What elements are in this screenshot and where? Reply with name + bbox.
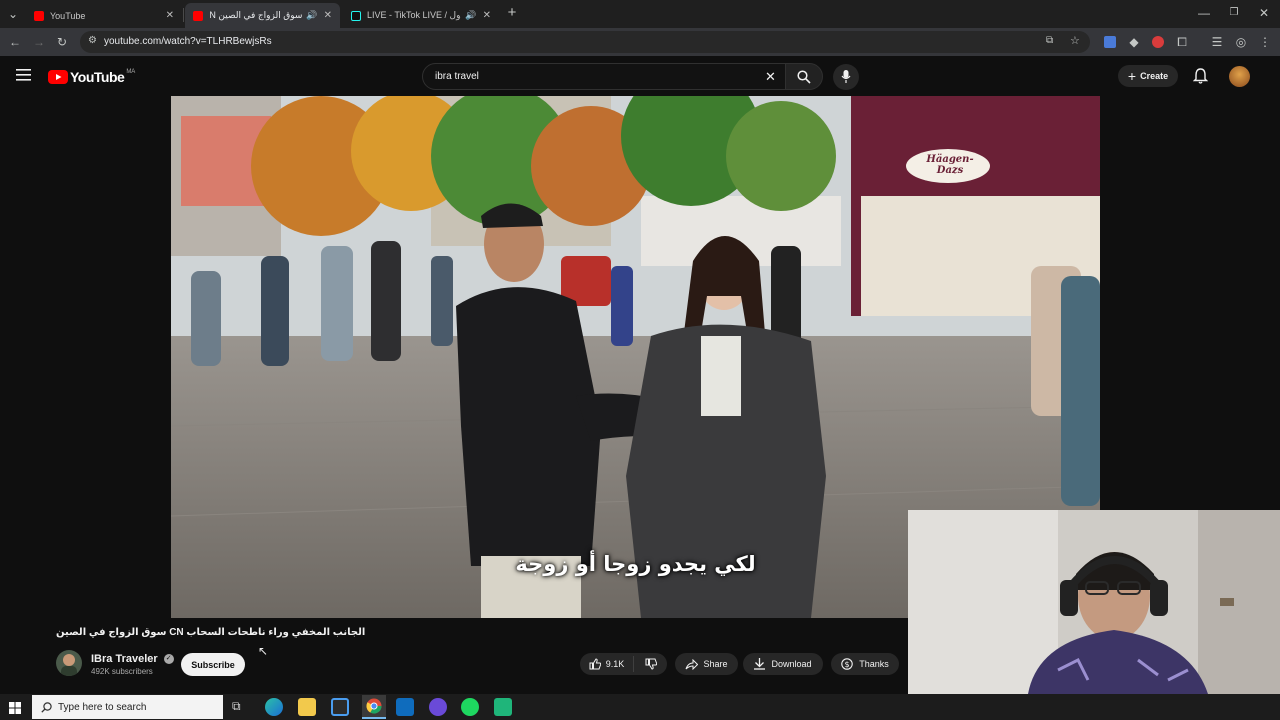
search-icon (41, 702, 52, 713)
app-icon-green[interactable] (494, 698, 512, 716)
notifications-bell-icon[interactable] (1192, 68, 1209, 89)
tab-tiktok[interactable]: LIVE - TikTok LIVE / لعدول 🔊 ✕ (343, 3, 499, 28)
adblock-extension-icon[interactable] (1152, 36, 1164, 48)
close-icon[interactable]: ✕ (483, 10, 491, 21)
microphone-icon (841, 70, 851, 83)
verified-badge-icon: ✓ (163, 654, 174, 665)
search-button[interactable] (785, 63, 823, 90)
tab-title: LIVE - TikTok LIVE / لعدول (367, 10, 461, 20)
tiktok-icon (351, 10, 361, 21)
store-icon[interactable] (331, 698, 349, 716)
mouse-cursor-icon: ↖ (258, 644, 269, 658)
youtube-play-icon (48, 70, 68, 84)
thumbs-down-icon (645, 658, 657, 670)
extension-icon[interactable]: ◆ (1126, 34, 1142, 50)
region-code: MA (126, 69, 136, 75)
back-icon[interactable]: ← (7, 34, 23, 50)
clear-search-icon[interactable]: ✕ (765, 69, 776, 85)
file-explorer-icon[interactable] (298, 698, 316, 716)
tab-title: YouTube (50, 10, 86, 21)
search-icon (797, 70, 811, 84)
app-icon[interactable] (429, 698, 447, 716)
extensions-puzzle-icon[interactable]: ⧠ (1174, 34, 1190, 50)
edge-icon[interactable] (265, 698, 283, 716)
like-button[interactable]: 9.1K (580, 656, 634, 672)
windows-start-icon[interactable] (9, 701, 21, 719)
video-title: الجانب المخفي وراء ناطحات السحاب CN سوق … (56, 627, 366, 638)
hamburger-menu-icon[interactable] (16, 68, 31, 86)
profile-icon[interactable]: ◎ (1233, 34, 1249, 50)
like-count: 9.1K (605, 659, 625, 669)
webcam-overlay (908, 510, 1280, 694)
window-close-button[interactable]: ✕ (1256, 5, 1272, 21)
speaker-icon[interactable]: 🔊 (465, 10, 476, 21)
chrome-icon (366, 698, 382, 714)
youtube-header: YouTube MA ibra travel ✕ + Create (0, 56, 1280, 96)
youtube-icon (193, 10, 203, 21)
user-avatar[interactable] (1229, 66, 1250, 87)
tab-title: سوق الزواج في الصين CN ال... (209, 10, 303, 20)
thanks-button[interactable]: $ Thanks (831, 653, 899, 675)
channel-name[interactable]: IBra Traveler ✓ (91, 653, 174, 665)
site-info-icon[interactable]: ⚙ (88, 35, 97, 46)
more-menu-icon[interactable]: ⋮ (1257, 34, 1273, 50)
like-dislike-group: 9.1K (580, 653, 667, 675)
create-button[interactable]: + Create (1118, 65, 1178, 87)
browser-toolbar: ← → ↻ ⚙ youtube.com/watch?v=TLHRBewjsRs … (0, 28, 1280, 56)
plus-icon: + (1127, 68, 1137, 84)
windows-taskbar: Type here to search ⧉ (0, 694, 1280, 720)
reload-icon[interactable]: ↻ (54, 34, 70, 50)
download-label: Download (771, 659, 812, 669)
chrome-taskbar-item[interactable] (362, 695, 386, 719)
install-app-icon[interactable]: ⧉ (1046, 35, 1053, 46)
channel-avatar[interactable] (56, 650, 82, 676)
youtube-logo[interactable]: YouTube MA (48, 69, 135, 85)
outlook-icon[interactable] (396, 698, 414, 716)
tab-youtube[interactable]: YouTube ✕ (26, 3, 182, 28)
spotify-icon[interactable] (461, 698, 479, 716)
download-button[interactable]: Download (743, 653, 823, 675)
webcam-feed (908, 510, 1280, 694)
storefront-sign: Häagen-Dazs (926, 154, 974, 176)
create-label: Create (1140, 71, 1169, 81)
tab-active-video[interactable]: سوق الزواج في الصين CN ال... 🔊 ✕ (185, 3, 340, 28)
bookmark-star-icon[interactable]: ☆ (1070, 34, 1080, 47)
youtube-icon (34, 10, 44, 21)
super-thanks-icon: $ (841, 658, 853, 670)
taskbar-search-input[interactable]: Type here to search (32, 695, 223, 719)
address-bar[interactable]: ⚙ youtube.com/watch?v=TLHRBewjsRs ⧉ ☆ (80, 31, 1090, 53)
close-icon[interactable]: ✕ (324, 10, 332, 21)
tab-groups-icon[interactable]: ☰ (1209, 34, 1225, 50)
thumbs-up-icon (589, 658, 601, 670)
close-icon[interactable]: ✕ (166, 10, 174, 21)
search-input[interactable]: ibra travel ✕ (422, 63, 786, 90)
subscriber-count: 492K subscribers (91, 667, 153, 676)
share-arrow-icon (686, 658, 699, 670)
voice-search-button[interactable] (833, 64, 859, 90)
url-text: youtube.com/watch?v=TLHRBewjsRs (104, 36, 272, 47)
speaker-icon[interactable]: 🔊 (306, 10, 317, 21)
browser-tab-strip: ⌄ YouTube ✕ سوق الزواج في الصين CN ال...… (0, 0, 1280, 28)
taskbar-search-placeholder: Type here to search (58, 702, 147, 713)
forward-icon[interactable]: → (31, 34, 47, 50)
search-value: ibra travel (435, 71, 479, 82)
task-view-icon[interactable]: ⧉ (232, 699, 241, 714)
thanks-label: Thanks (859, 659, 889, 669)
dislike-button[interactable] (634, 658, 667, 670)
channel-name-text: IBra Traveler (91, 653, 158, 665)
new-tab-button[interactable]: + (504, 5, 520, 21)
subscribe-button[interactable]: Subscribe (181, 653, 245, 676)
download-icon (754, 658, 766, 670)
minimize-button[interactable]: — (1196, 5, 1212, 21)
logo-text: YouTube (70, 69, 125, 85)
restore-button[interactable]: ❐ (1226, 5, 1242, 21)
tab-search-icon[interactable]: ⌄ (5, 6, 21, 22)
share-button[interactable]: Share (675, 653, 738, 675)
svg-text:$: $ (845, 660, 850, 669)
translate-extension-icon[interactable] (1104, 36, 1116, 48)
share-label: Share (703, 659, 728, 669)
